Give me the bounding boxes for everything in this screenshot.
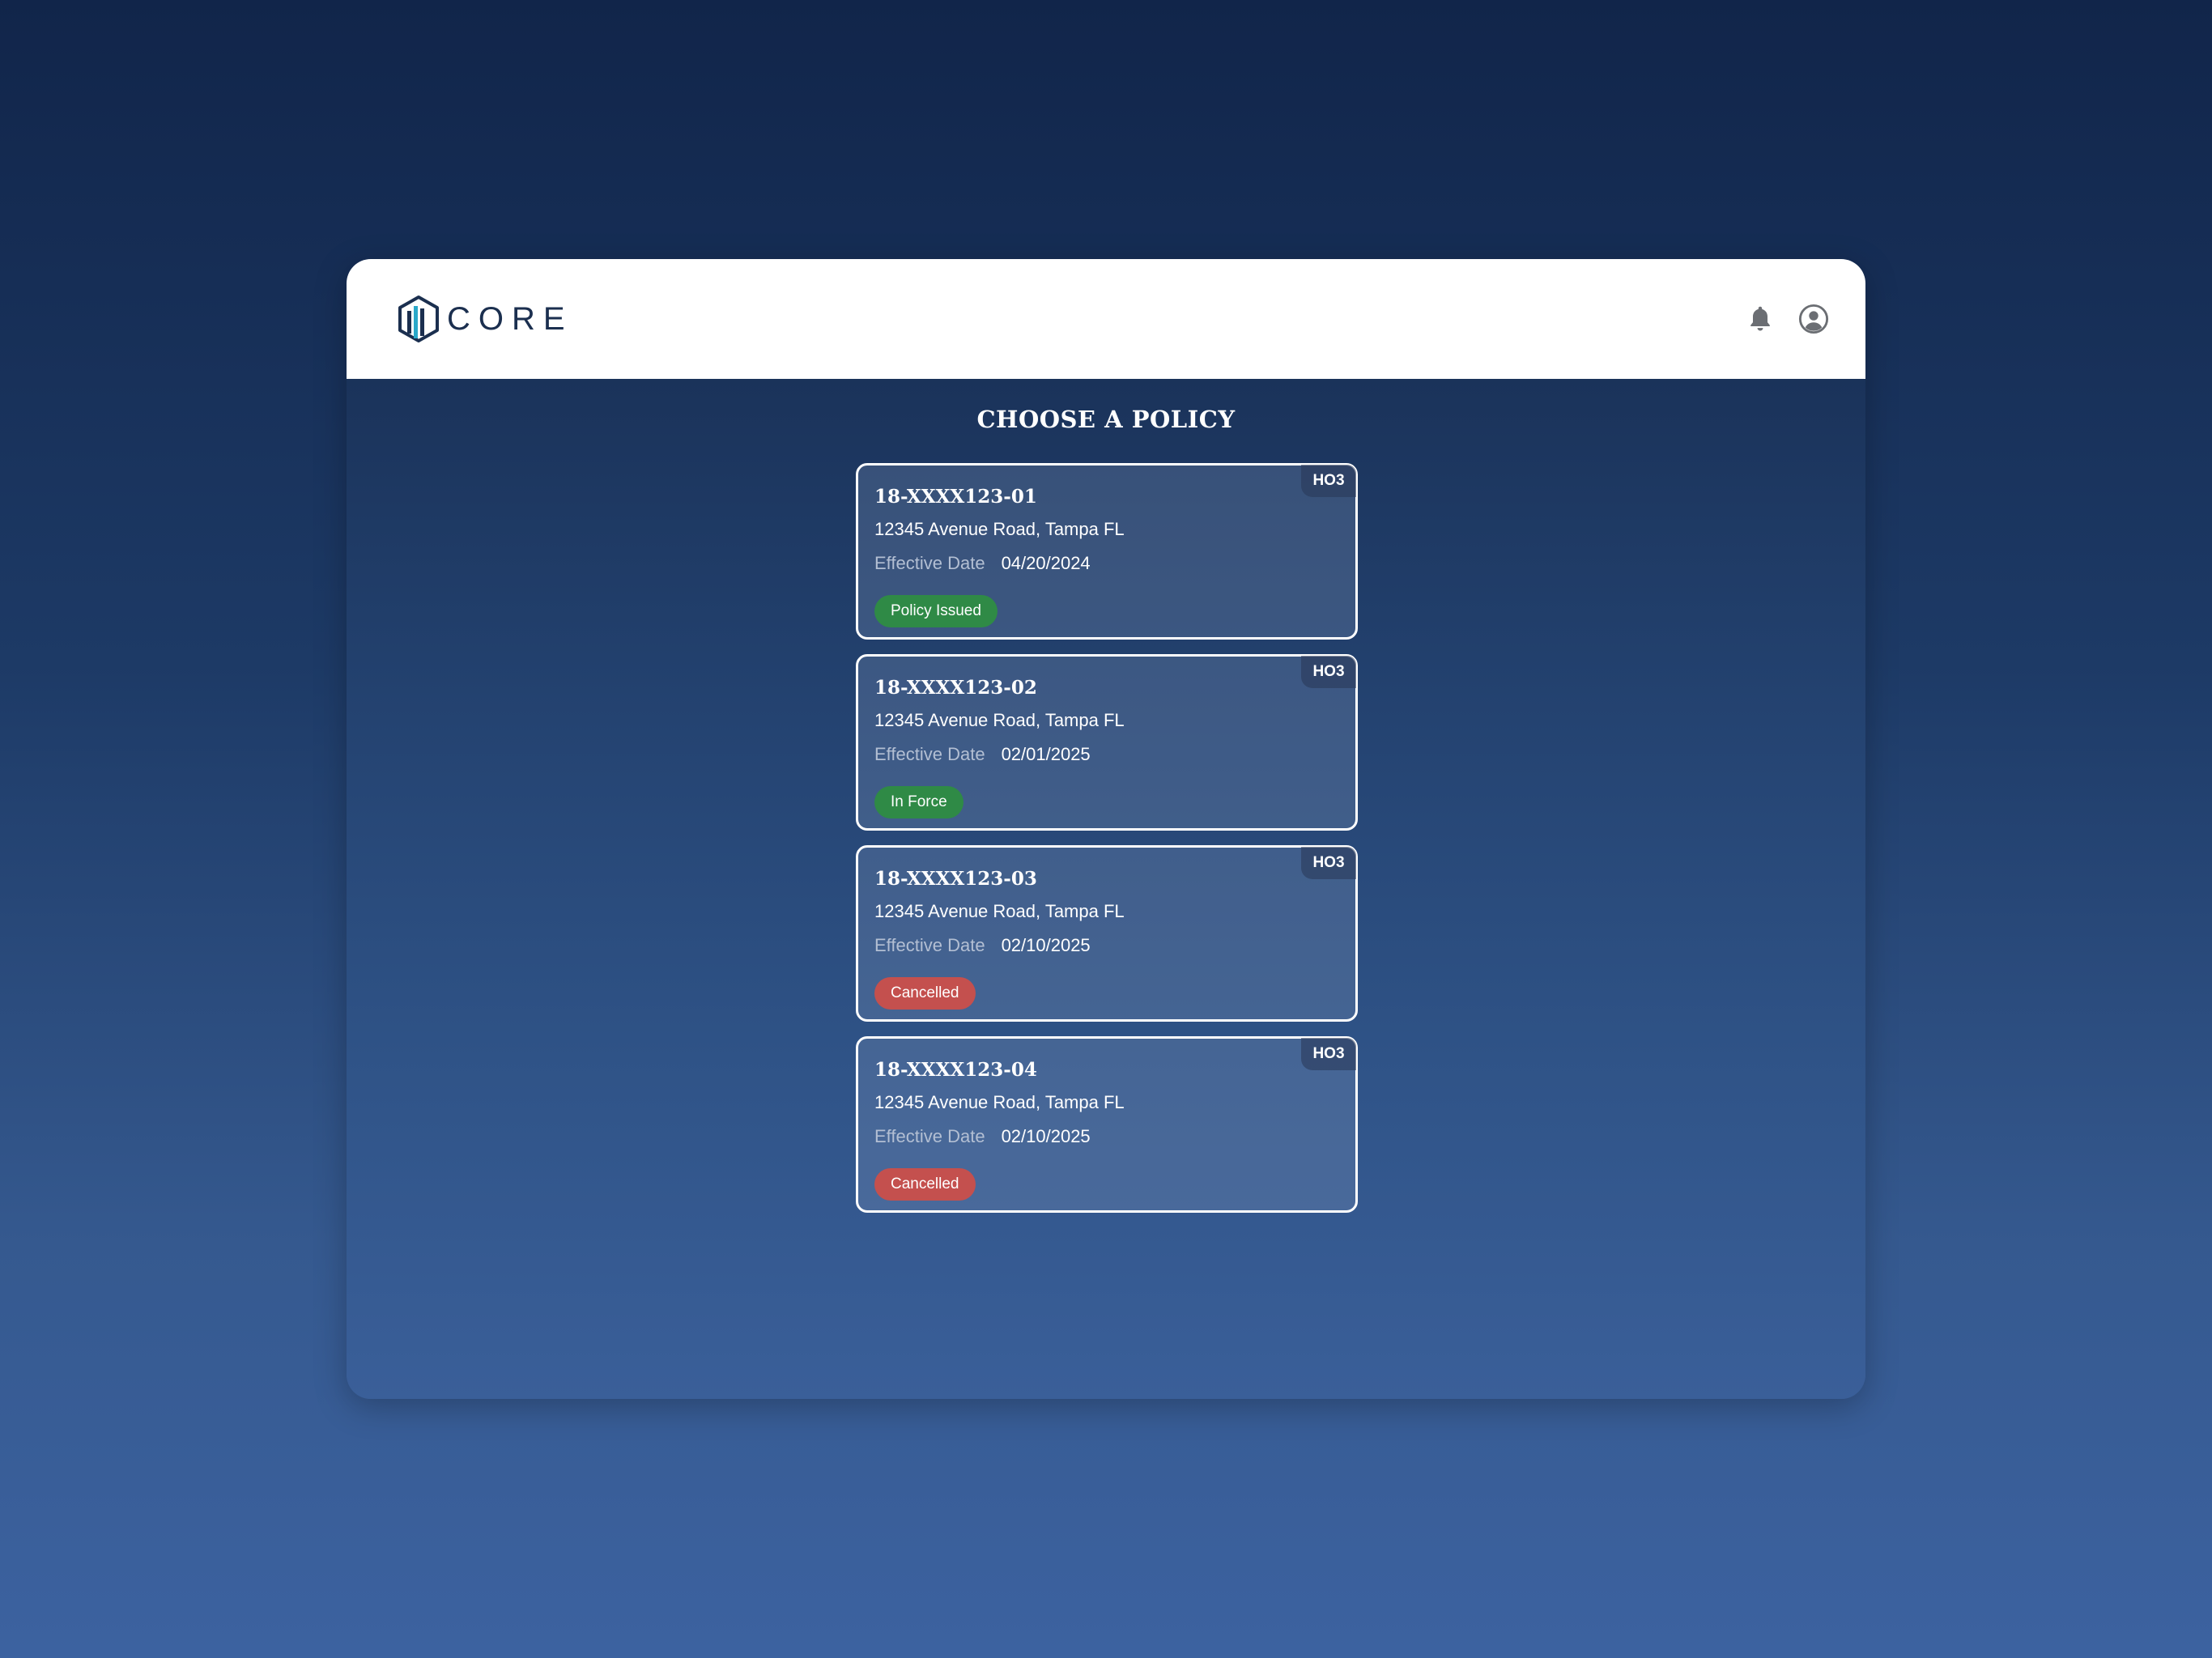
effective-date-row: Effective Date 04/20/2024	[874, 553, 1339, 574]
policy-number: 18-XXXX123-03	[874, 868, 1037, 890]
policy-card[interactable]: HO3 18-XXXX123-02 12345 Avenue Road, Tam…	[856, 654, 1358, 831]
policy-number: 18-XXXX123-01	[874, 486, 1037, 508]
effective-date-value: 02/01/2025	[1001, 744, 1091, 764]
policy-address: 12345 Avenue Road, Tampa FL	[874, 901, 1125, 921]
policy-card[interactable]: HO3 18-XXXX123-03 12345 Avenue Road, Tam…	[856, 845, 1358, 1022]
policy-number: 18-XXXX123-04	[874, 1059, 1037, 1081]
effective-date-label: Effective Date	[874, 935, 985, 955]
core-logo[interactable]: CORE	[397, 295, 573, 343]
top-navigation-bar: CORE	[347, 259, 1865, 379]
effective-date-value: 02/10/2025	[1001, 1126, 1091, 1146]
effective-date-value: 04/20/2024	[1001, 553, 1091, 573]
core-logo-icon	[398, 295, 439, 342]
status-badge: Cancelled	[874, 1168, 976, 1201]
policy-number: 18-XXXX123-02	[874, 677, 1037, 699]
status-badge: Cancelled	[874, 977, 976, 1010]
bell-icon[interactable]	[1744, 303, 1776, 335]
effective-date-row: Effective Date 02/10/2025	[874, 1126, 1339, 1147]
effective-date-row: Effective Date 02/01/2025	[874, 744, 1339, 765]
effective-date-label: Effective Date	[874, 744, 985, 764]
effective-date-value: 02/10/2025	[1001, 935, 1091, 955]
policy-card[interactable]: HO3 18-XXXX123-04 12345 Avenue Road, Tam…	[856, 1036, 1358, 1213]
status-badge: Policy Issued	[874, 595, 998, 627]
user-circle-icon[interactable]	[1797, 303, 1830, 335]
effective-date-label: Effective Date	[874, 553, 985, 573]
effective-date-row: Effective Date 02/10/2025	[874, 935, 1339, 956]
effective-date-label: Effective Date	[874, 1126, 985, 1146]
logo-text: CORE	[447, 300, 573, 337]
policy-type-badge: HO3	[1301, 465, 1356, 497]
policy-address: 12345 Avenue Road, Tampa FL	[874, 710, 1125, 730]
policy-list: HO3 18-XXXX123-01 12345 Avenue Road, Tam…	[856, 463, 1358, 1213]
header-actions	[1744, 303, 1830, 335]
policy-card[interactable]: HO3 18-XXXX123-01 12345 Avenue Road, Tam…	[856, 463, 1358, 640]
page-title: CHOOSE A POLICY	[976, 406, 1236, 433]
policy-address: 12345 Avenue Road, Tampa FL	[874, 519, 1125, 539]
policy-type-badge: HO3	[1301, 847, 1356, 879]
status-badge: In Force	[874, 786, 963, 818]
policy-type-badge: HO3	[1301, 656, 1356, 688]
policy-address: 12345 Avenue Road, Tampa FL	[874, 1092, 1125, 1112]
policy-type-badge: HO3	[1301, 1038, 1356, 1070]
app-window: CORE CHOOSE A POLICY HO3 18-XXXX123-01 1…	[347, 259, 1865, 1399]
